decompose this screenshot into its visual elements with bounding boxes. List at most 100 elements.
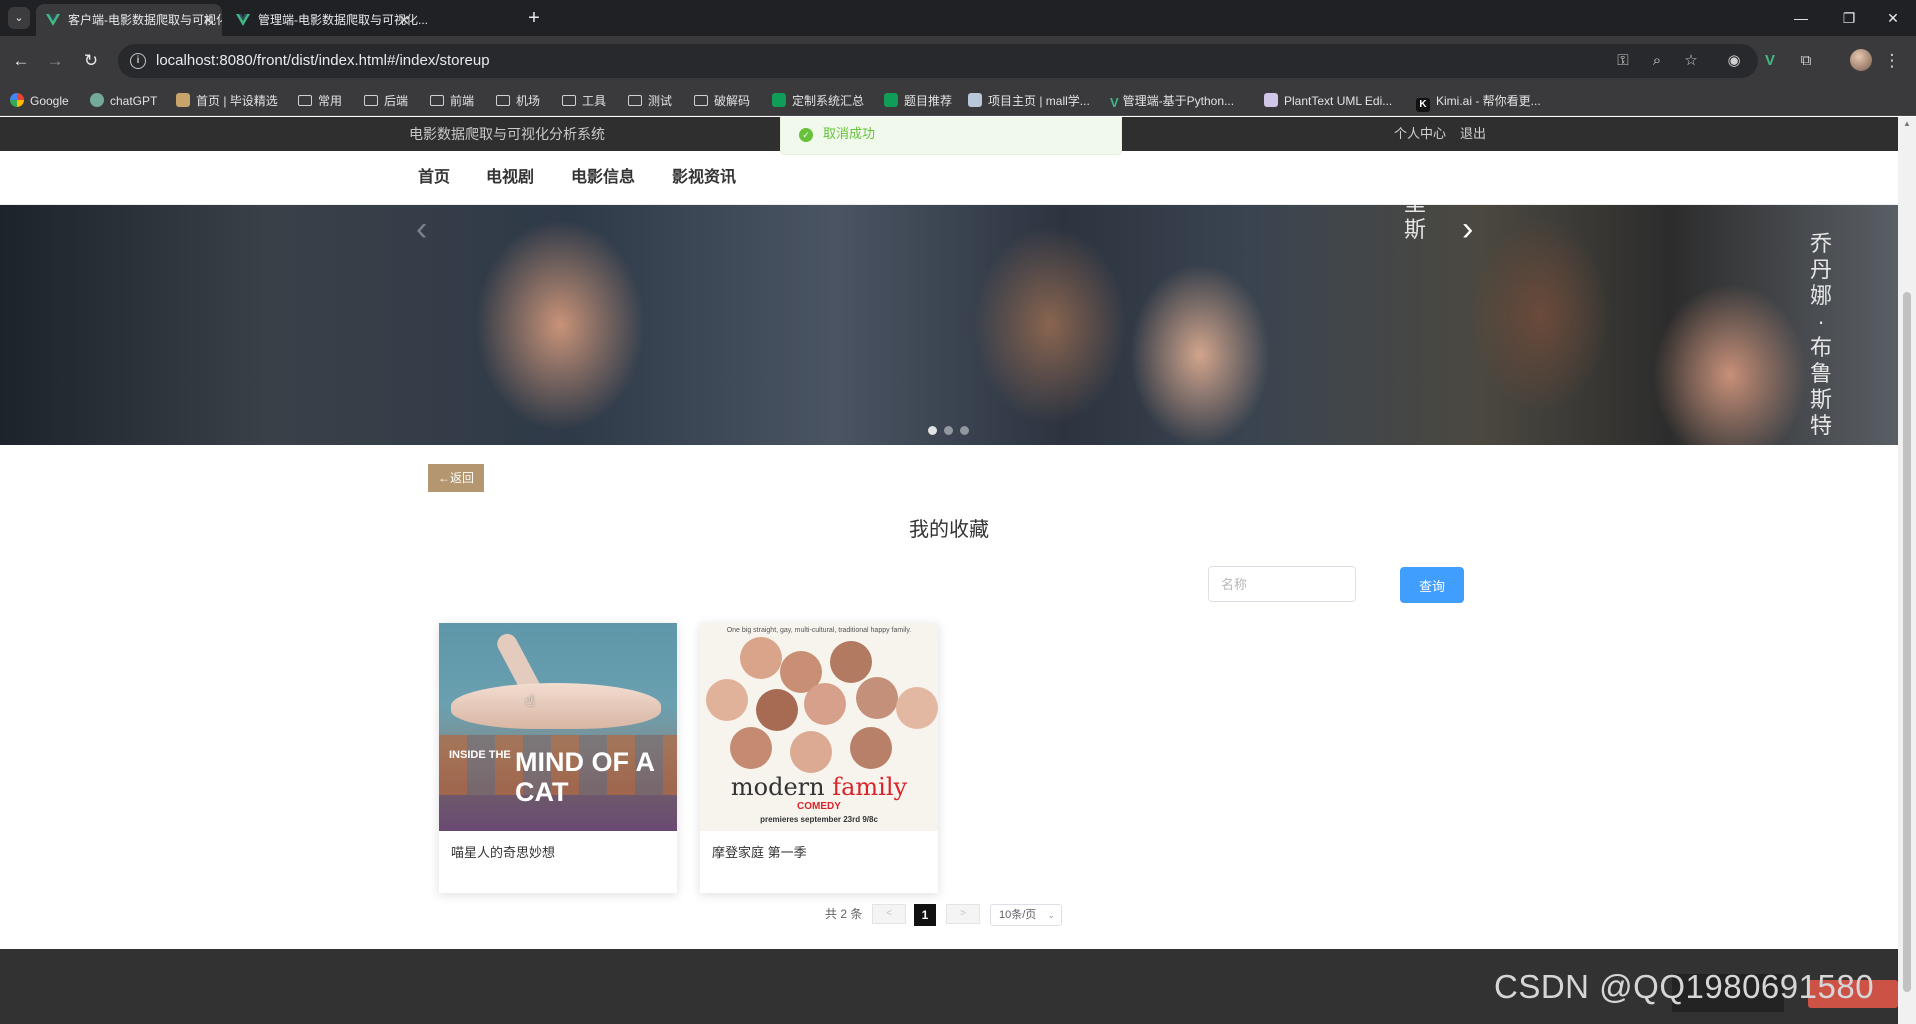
- bookmark-bishe[interactable]: 首页 | 毕设精选: [176, 86, 278, 116]
- address-bar[interactable]: i localhost:8080/front/dist/index.html#/…: [118, 44, 1758, 78]
- back-button[interactable]: ←返回: [428, 464, 484, 492]
- bookmarks-bar: Google chatGPT 首页 | 毕设精选 常用 后端 前端 机场 工具 …: [0, 86, 1916, 116]
- carousel-dot[interactable]: [928, 426, 937, 435]
- poster-art: [700, 637, 938, 775]
- card-title[interactable]: 喵星人的奇思妙想: [451, 843, 555, 863]
- pagination-total: 共 2 条: [825, 907, 863, 921]
- bookmark-label: 测试: [648, 94, 673, 108]
- check-circle-icon: ✓: [799, 128, 813, 142]
- minimize-icon[interactable]: —: [1778, 0, 1824, 36]
- nav-item-tv[interactable]: 电视剧: [486, 151, 534, 205]
- bookmark-folder-changyong[interactable]: 常用: [298, 86, 342, 116]
- bookmark-dingzhi[interactable]: 定制系统汇总: [772, 86, 864, 116]
- poster-art: [740, 637, 782, 679]
- bookmark-label: 后端: [384, 94, 409, 108]
- bookmark-planttext[interactable]: PlantText UML Edi...: [1264, 86, 1392, 116]
- extension-icon[interactable]: ◉: [1722, 49, 1746, 73]
- pagination: 共 2 条 < 1 > 10条/页 ⌄: [0, 902, 1898, 926]
- bookmark-label: 破解码: [714, 94, 751, 108]
- bookmark-label: 定制系统汇总: [792, 94, 865, 108]
- page-size-select[interactable]: 10条/页 ⌄: [990, 904, 1062, 926]
- scrollbar-thumb[interactable]: [1903, 292, 1911, 992]
- bookmark-folder-gongju[interactable]: 工具: [562, 86, 606, 116]
- poster-text: family: [832, 773, 908, 801]
- card-title[interactable]: 摩登家庭 第一季: [712, 843, 807, 863]
- search-input[interactable]: [1208, 566, 1356, 602]
- bookmark-mall[interactable]: 项目主页 | mall学...: [968, 86, 1090, 116]
- nav-item-home[interactable]: 首页: [418, 151, 450, 205]
- address-url[interactable]: localhost:8080/front/dist/index.html#/in…: [156, 44, 490, 78]
- banner-carousel[interactable]: ‹ › 里斯 乔丹娜·布鲁斯特: [0, 205, 1898, 445]
- new-tab-button[interactable]: +: [520, 4, 548, 32]
- puzzle-icon[interactable]: ⧉: [1794, 49, 1818, 73]
- bookmark-google[interactable]: Google: [10, 86, 69, 116]
- bookmark-kimi[interactable]: K Kimi.ai - 帮你看更...: [1416, 86, 1541, 116]
- page-scrollbar[interactable]: ▲: [1898, 117, 1916, 1024]
- tab-search-button[interactable]: ⌄: [8, 7, 30, 29]
- carousel-dot[interactable]: [960, 426, 969, 435]
- back-arrow-icon[interactable]: ←: [8, 48, 34, 74]
- poster-image[interactable]: One big straight, gay, multi-cultural, t…: [700, 623, 938, 831]
- poster-art: [856, 677, 898, 719]
- page-size-value: 10条/页: [999, 909, 1037, 921]
- poster-art: [790, 731, 832, 773]
- carousel-prev-icon[interactable]: ‹: [416, 205, 427, 253]
- restore-icon[interactable]: ❐: [1826, 0, 1872, 36]
- bookmark-admin[interactable]: V 管理端-基于Python...: [1110, 86, 1234, 116]
- user-center-link[interactable]: 个人中心: [1394, 117, 1446, 151]
- search-button[interactable]: 查询: [1400, 567, 1464, 603]
- favorite-card[interactable]: INSIDE THE MIND OF A CAT ☝ 喵星人的奇思妙想: [439, 623, 677, 893]
- close-icon[interactable]: ✕: [398, 4, 410, 36]
- plant-icon: [1264, 93, 1278, 107]
- bookmark-page-icon: [176, 93, 190, 107]
- browser-tab-client[interactable]: 客户端-电影数据爬取与可视化... ✕: [36, 4, 222, 36]
- site-info-icon[interactable]: i: [130, 53, 146, 69]
- poster-text: premieres september 23rd 9/8c: [760, 815, 878, 824]
- bookmark-label: 常用: [318, 94, 343, 108]
- profile-avatar[interactable]: [1850, 49, 1872, 71]
- bookmark-folder-qianduan[interactable]: 前端: [430, 86, 474, 116]
- forward-arrow-icon[interactable]: →: [42, 48, 68, 74]
- star-icon[interactable]: ☆: [1680, 50, 1702, 72]
- sheet-icon: [884, 93, 898, 107]
- bookmark-folder-houduan[interactable]: 后端: [364, 86, 408, 116]
- bookmark-folder-pojiema[interactable]: 破解码: [694, 86, 750, 116]
- carousel-dot[interactable]: [944, 426, 953, 435]
- poster-text: INSIDE THE: [449, 749, 511, 761]
- hand-cursor-icon: ☝: [525, 693, 535, 710]
- poster-art: [850, 727, 892, 769]
- chatgpt-icon: [90, 93, 104, 107]
- bookmark-folder-jichang[interactable]: 机场: [496, 86, 540, 116]
- poster-text: COMEDY: [797, 801, 841, 812]
- nav-item-movies[interactable]: 电影信息: [571, 151, 635, 205]
- zoom-icon[interactable]: ⌕: [1646, 50, 1668, 72]
- more-menu-icon[interactable]: ⋮: [1882, 49, 1902, 73]
- google-icon: [10, 93, 24, 107]
- scroll-up-icon[interactable]: ▲: [1898, 117, 1916, 131]
- close-icon[interactable]: ✕: [202, 4, 214, 36]
- toast-message: 取消成功: [823, 126, 876, 141]
- window-close-icon[interactable]: ✕: [1870, 0, 1916, 36]
- nav-item-news[interactable]: 影视资讯: [672, 151, 736, 205]
- browser-tab-admin[interactable]: 管理端-电影数据爬取与可视化... ✕: [226, 4, 506, 36]
- browser-toolbar: ← → ↻ i localhost:8080/front/dist/index.…: [0, 36, 1916, 86]
- reload-icon[interactable]: ↻: [78, 48, 104, 74]
- tab-title: 客户端-电影数据爬取与可视化...: [68, 13, 222, 27]
- logout-link[interactable]: 退出: [1460, 117, 1486, 151]
- next-page-button[interactable]: >: [946, 904, 980, 924]
- carousel-next-icon[interactable]: ›: [1462, 205, 1473, 253]
- carousel-indicators: [928, 423, 976, 438]
- prev-page-button[interactable]: <: [872, 904, 906, 924]
- key-icon[interactable]: ⚿: [1612, 50, 1634, 72]
- favorite-card[interactable]: One big straight, gay, multi-cultural, t…: [700, 623, 938, 893]
- poster-art: [896, 687, 938, 729]
- bookmark-folder-ceshi[interactable]: 测试: [628, 86, 672, 116]
- folder-icon: [628, 95, 642, 106]
- vue-devtools-icon[interactable]: V: [1758, 49, 1782, 73]
- bookmark-label: 机场: [516, 94, 541, 108]
- bookmark-timu[interactable]: 题目推荐: [884, 86, 952, 116]
- bookmark-chatgpt[interactable]: chatGPT: [90, 86, 157, 116]
- poster-image[interactable]: INSIDE THE MIND OF A CAT ☝: [439, 623, 677, 831]
- page-number-current[interactable]: 1: [914, 904, 936, 926]
- sheet-icon: [772, 93, 786, 107]
